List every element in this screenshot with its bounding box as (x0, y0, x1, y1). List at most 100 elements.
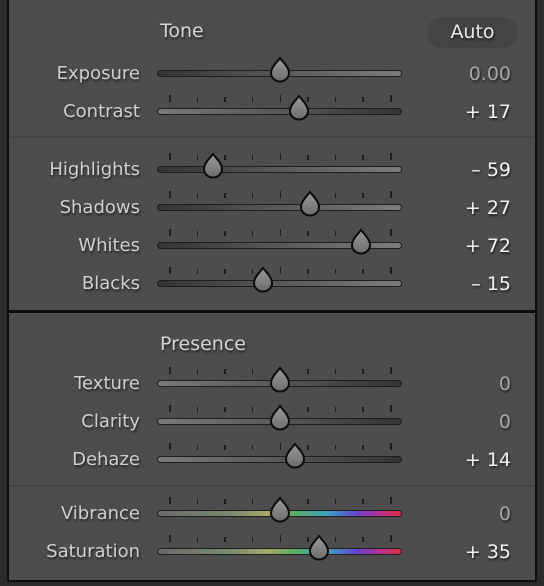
texture-value[interactable]: 0 (499, 369, 511, 399)
tick-mark (196, 231, 199, 236)
tick-mark (307, 269, 309, 274)
dehaze-value[interactable]: + 14 (465, 445, 511, 475)
clarity-value[interactable]: 0 (499, 407, 511, 437)
tick-mark (334, 193, 337, 198)
highlights-value[interactable]: – 59 (471, 155, 511, 185)
blacks-slider[interactable] (157, 266, 402, 299)
dehaze-slider[interactable] (157, 442, 402, 475)
slider-track[interactable] (157, 456, 402, 463)
tick-mark (169, 153, 171, 160)
tick-mark (251, 155, 254, 160)
tick-mark (169, 95, 171, 102)
slider-track[interactable] (157, 548, 402, 555)
slider-thumb[interactable] (268, 496, 292, 523)
tick-mark (224, 537, 226, 542)
tick-mark (307, 407, 309, 412)
tick-mark (362, 407, 364, 412)
slider-row-blacks: Blacks – 15 (0, 266, 544, 299)
slider-thumb[interactable] (201, 152, 225, 179)
tick-mark (307, 499, 309, 504)
tick-mark (279, 191, 281, 198)
slider-row-exposure: Exposure 0.00 (0, 56, 544, 89)
slider-thumb[interactable] (268, 56, 292, 83)
whites-value[interactable]: + 72 (465, 231, 511, 261)
tick-mark (251, 231, 254, 236)
highlights-slider[interactable] (157, 152, 402, 185)
slider-row-shadows: Shadows + 27 (0, 190, 544, 223)
exposure-value[interactable]: 0.00 (469, 59, 511, 89)
tick-mark (169, 443, 171, 450)
tick-mark (169, 367, 171, 374)
highlights-label: Highlights (49, 159, 140, 180)
tick-mark (251, 193, 254, 198)
tick-mark (169, 535, 171, 542)
tick-mark (279, 153, 281, 160)
contrast-value[interactable]: + 17 (465, 97, 511, 127)
saturation-label: Saturation (46, 541, 140, 562)
tick-mark (390, 367, 392, 374)
tick-mark (224, 407, 226, 412)
slider-thumb[interactable] (307, 534, 331, 561)
slider-ticks (157, 153, 402, 161)
tick-mark (224, 369, 226, 374)
slider-row-whites: Whites + 72 (0, 228, 544, 261)
tick-mark (279, 535, 281, 542)
slider-track[interactable] (157, 166, 402, 173)
tick-mark (196, 269, 199, 274)
texture-slider[interactable] (157, 366, 402, 399)
tick-mark (390, 443, 392, 450)
blacks-value[interactable]: – 15 (471, 269, 511, 299)
tick-mark (224, 269, 226, 274)
tick-mark (334, 499, 337, 504)
tone-section-title: Tone (160, 20, 204, 42)
slider-track[interactable] (157, 108, 402, 115)
tick-mark (390, 405, 392, 412)
tick-mark (334, 537, 337, 542)
tick-mark (251, 97, 254, 102)
vibrance-value[interactable]: 0 (499, 499, 511, 529)
slider-thumb[interactable] (268, 404, 292, 431)
tick-mark (390, 267, 392, 274)
tick-mark (196, 499, 199, 504)
tick-mark (307, 369, 309, 374)
slider-thumb[interactable] (287, 94, 311, 121)
saturation-value[interactable]: + 35 (465, 537, 511, 567)
tick-mark (224, 193, 226, 198)
tick-mark (390, 229, 392, 236)
shadows-value[interactable]: + 27 (465, 193, 511, 223)
slider-thumb[interactable] (298, 190, 322, 217)
slider-thumb[interactable] (283, 442, 307, 469)
tick-mark (251, 407, 254, 412)
slider-row-texture: Texture 0 (0, 366, 544, 399)
slider-track[interactable] (157, 280, 402, 287)
slider-thumb[interactable] (268, 366, 292, 393)
tick-mark (334, 231, 337, 236)
tick-mark (307, 445, 309, 450)
slider-ticks (157, 95, 402, 103)
slider-row-vibrance: Vibrance 0 (0, 496, 544, 529)
whites-slider[interactable] (157, 228, 402, 261)
tick-mark (334, 97, 337, 102)
tick-mark (169, 229, 171, 236)
whites-label: Whites (78, 235, 140, 256)
tick-mark (196, 155, 199, 160)
slider-thumb[interactable] (251, 266, 275, 293)
slider-ticks (157, 267, 402, 275)
slider-thumb[interactable] (349, 228, 373, 255)
tick-mark (362, 155, 364, 160)
clarity-slider[interactable] (157, 404, 402, 437)
exposure-slider[interactable] (157, 56, 402, 89)
tick-mark (307, 155, 309, 160)
shadows-slider[interactable] (157, 190, 402, 223)
tick-mark (251, 369, 254, 374)
tick-mark (196, 369, 199, 374)
vibrance-label: Vibrance (60, 503, 140, 524)
saturation-slider[interactable] (157, 534, 402, 567)
tone-divider (9, 136, 535, 138)
slider-ticks (157, 443, 402, 451)
auto-button[interactable]: Auto (427, 17, 518, 48)
clarity-label: Clarity (81, 411, 140, 432)
vibrance-slider[interactable] (157, 496, 402, 529)
contrast-slider[interactable] (157, 94, 402, 127)
slider-track[interactable] (157, 204, 402, 211)
